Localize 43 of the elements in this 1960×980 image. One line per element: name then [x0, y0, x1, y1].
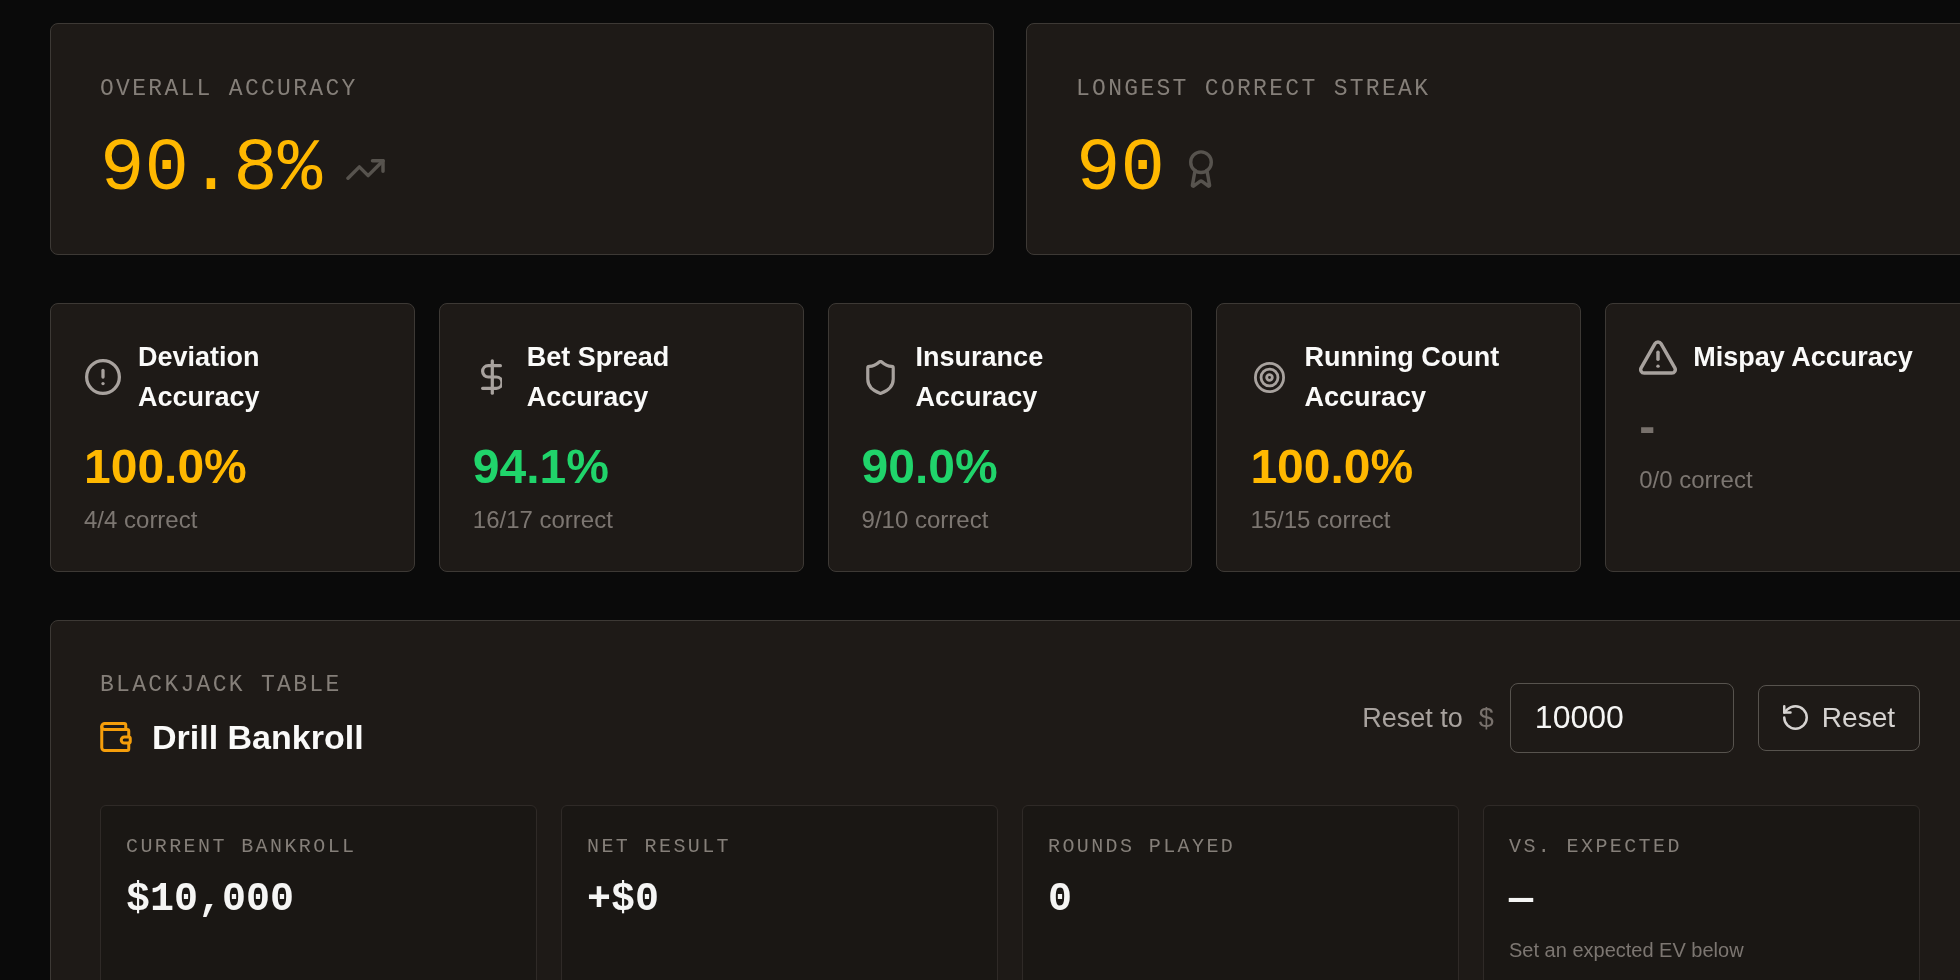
stat-value: 0 — [1048, 876, 1072, 924]
exclamation-circle-icon — [85, 359, 121, 395]
metric-detail: 0/0 correct — [1639, 465, 1753, 495]
circular-arrow-icon — [1782, 705, 1808, 730]
card-value: 90 — [1076, 132, 1165, 206]
reset-amount-input[interactable]: 10000 — [1509, 682, 1734, 753]
stat-note: Set an expected EV below — [1509, 938, 1744, 963]
stat-label: NET RESULT — [587, 834, 732, 860]
metric-detail: 16/17 correct — [472, 505, 613, 535]
section-eyebrow: BLACKJACK TABLE — [100, 671, 342, 700]
metric-value: - — [1639, 399, 1656, 455]
shield-icon — [866, 359, 896, 395]
stat-label: VS. EXPECTED — [1509, 834, 1682, 860]
stat-label: CURRENT BANKROLL — [126, 834, 357, 860]
metric-detail: 15/15 correct — [1250, 505, 1391, 535]
trending-up-icon — [346, 158, 386, 180]
metric-value: 100.0% — [1250, 439, 1414, 495]
metric-value: 94.1% — [472, 439, 609, 495]
metric-title: Running Count Accuracy — [1304, 341, 1501, 414]
card-label: LONGEST CORRECT STREAK — [1076, 75, 1432, 104]
stat-label: ROUNDS PLAYED — [1048, 834, 1236, 860]
metric-detail: 9/10 correct — [861, 505, 989, 535]
reset-button[interactable]: Reset — [1757, 684, 1920, 751]
card-value: 90.8% — [100, 132, 323, 206]
warning-triangle-icon — [1639, 339, 1678, 375]
stat-value: $10,000 — [126, 876, 295, 924]
metric-title: Insurance Accuracy — [915, 341, 1045, 414]
stat-value: — — [1509, 876, 1533, 924]
dollar-icon — [481, 359, 503, 395]
metric-title: Bet Spread Accuracy — [526, 341, 671, 414]
reset-label: Reset to — [1362, 701, 1463, 735]
panel-title: Drill Bankroll — [152, 717, 364, 758]
metric-value: 90.0% — [861, 439, 998, 495]
metric-title: Deviation Accuracy — [138, 341, 261, 414]
medal-icon — [1188, 150, 1213, 188]
metric-detail: 4/4 correct — [84, 505, 198, 535]
currency-symbol: $ — [1478, 701, 1494, 735]
target-icon — [1253, 361, 1285, 393]
metric-title: Mispay Accuracy — [1693, 341, 1913, 374]
stat-value: +$0 — [587, 876, 659, 924]
metric-value: 100.0% — [84, 439, 247, 495]
card-label: OVERALL ACCURACY — [100, 75, 359, 104]
wallet-icon — [100, 722, 132, 752]
